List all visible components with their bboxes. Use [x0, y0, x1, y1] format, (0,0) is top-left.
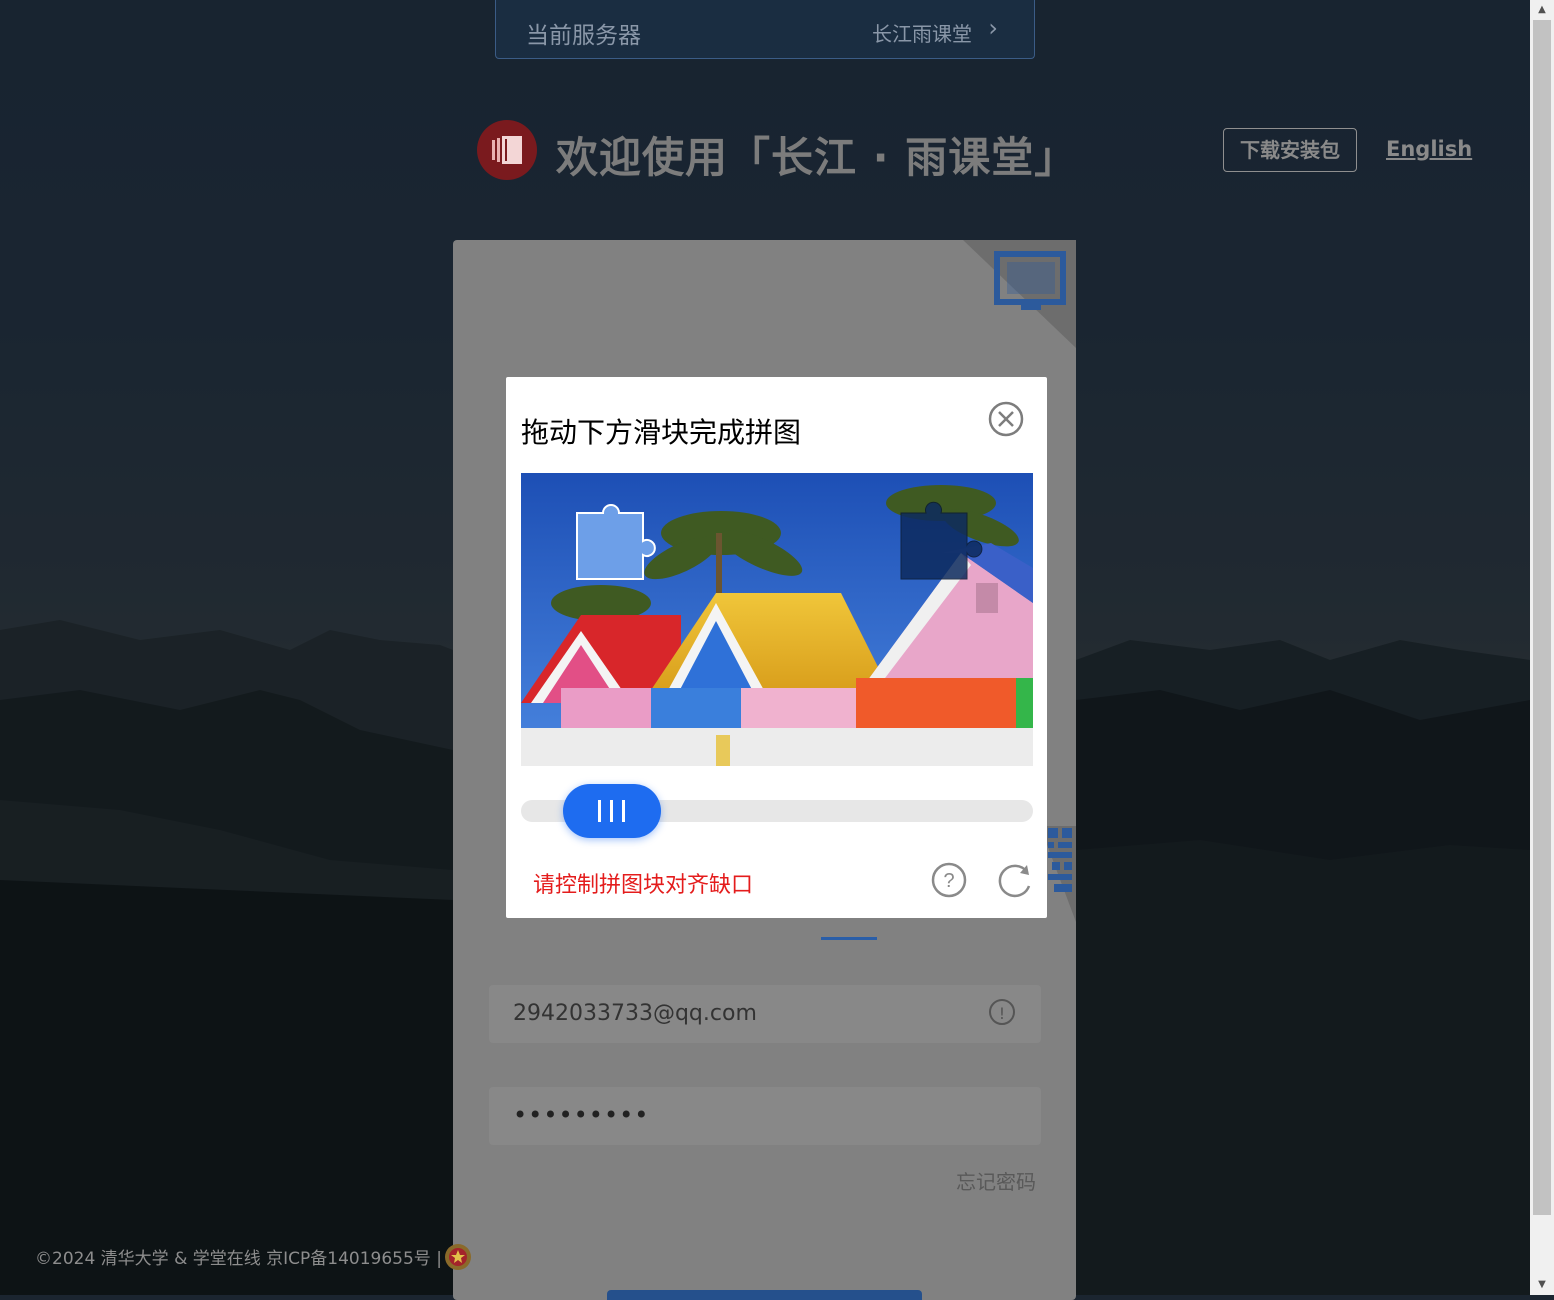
forgot-password-link[interactable]: 忘记密码	[956, 1166, 1036, 1195]
scrollbar-thumb[interactable]	[1533, 20, 1551, 1215]
help-icon[interactable]: ?	[931, 862, 967, 898]
slider-captcha-dialog: 拖动下方滑块完成拼图 请控制拼图块对齐缺口 ?	[506, 377, 1047, 918]
server-label: 当前服务器	[526, 23, 641, 49]
close-icon[interactable]	[988, 401, 1024, 437]
captcha-title: 拖动下方滑块完成拼图	[521, 416, 802, 449]
police-badge-icon	[445, 1244, 471, 1270]
english-language-link[interactable]: English	[1386, 137, 1472, 161]
slider-handle[interactable]	[563, 784, 661, 838]
puzzle-piece[interactable]	[576, 504, 656, 580]
alert-icon: !	[989, 999, 1015, 1025]
footer-icp[interactable]: 京ICP备14019655号 |	[266, 1249, 442, 1269]
server-selector[interactable]: 当前服务器 长江雨课堂 ›	[495, 0, 1035, 59]
svg-text:?: ?	[943, 870, 954, 892]
password-field[interactable]: •••••••••	[489, 1087, 1041, 1145]
pc-login-corner-icon[interactable]	[963, 240, 1076, 348]
scroll-up-arrow-icon[interactable]: ▲	[1530, 0, 1554, 20]
server-value: 长江雨课堂	[872, 22, 972, 46]
footer: ©2024 清华大学 & 学堂在线 京ICP备14019655号 |	[35, 1244, 442, 1269]
account-field[interactable]: 2942033733@qq.com !	[489, 985, 1041, 1043]
grip-lines-icon	[598, 800, 625, 822]
download-installer-button[interactable]: 下载安装包	[1223, 128, 1357, 172]
footer-copyright: ©2024 清华大学 & 学堂在线	[35, 1249, 261, 1269]
captcha-hint: 请控制拼图块对齐缺口	[533, 873, 754, 898]
captcha-puzzle-image	[521, 473, 1033, 766]
welcome-title: 欢迎使用「长江 · 雨课堂」	[556, 133, 1078, 182]
account-input-value[interactable]: 2942033733@qq.com	[513, 1001, 757, 1026]
login-button[interactable]	[607, 1290, 922, 1300]
refresh-icon[interactable]	[996, 862, 1034, 900]
chevron-right-icon: ›	[988, 14, 998, 42]
scroll-down-arrow-icon[interactable]: ▼	[1530, 1275, 1554, 1295]
password-input-value[interactable]: •••••••••	[513, 1101, 649, 1129]
rain-classroom-logo	[477, 120, 537, 180]
logo-book-icon	[492, 136, 522, 164]
page-scrollbar[interactable]: ▲ ▼	[1530, 0, 1554, 1295]
active-tab-indicator	[821, 937, 877, 940]
